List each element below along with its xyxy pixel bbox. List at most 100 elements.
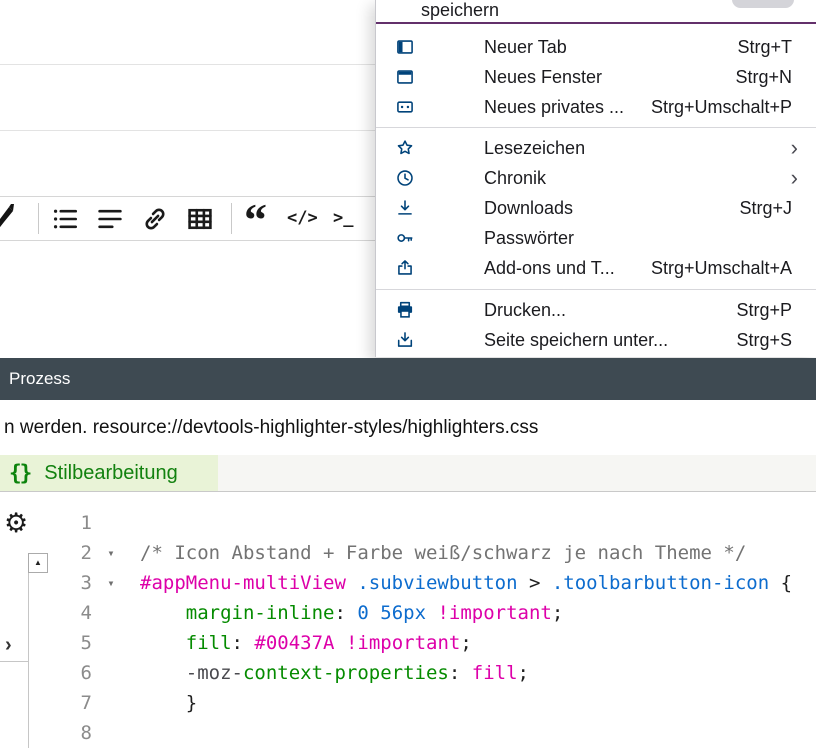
download-icon bbox=[396, 199, 414, 217]
separator bbox=[0, 130, 376, 131]
code-line: 7 } bbox=[50, 688, 816, 718]
table-icon[interactable] bbox=[187, 206, 213, 232]
code-text[interactable]: /* Icon Abstand + Farbe weiß/schwarz je … bbox=[124, 538, 746, 568]
code-token bbox=[140, 602, 186, 624]
new-tab-icon bbox=[396, 38, 414, 56]
code-token: .toolbarbutton-icon bbox=[552, 572, 769, 594]
link-icon[interactable] bbox=[142, 206, 168, 232]
brush-icon[interactable] bbox=[0, 204, 14, 232]
menu-item-new-window[interactable]: Neues Fenster Strg+N bbox=[376, 62, 816, 92]
menu-item-shortcut: Strg+J bbox=[739, 198, 816, 219]
menu-item-shortcut: Strg+P bbox=[736, 300, 816, 321]
key-icon bbox=[396, 229, 414, 247]
code-token: /* Icon Abstand + Farbe weiß/schwarz je … bbox=[140, 542, 746, 564]
fold-marker-icon bbox=[98, 598, 124, 628]
menu-item-shortcut: Strg+S bbox=[736, 330, 816, 351]
line-number: 3 bbox=[50, 568, 98, 598]
editor-toolbar: “ </> >_ bbox=[0, 196, 376, 241]
printer-icon bbox=[396, 301, 414, 319]
code-token: !important bbox=[437, 602, 551, 624]
new-window-icon bbox=[396, 68, 414, 86]
submenu-chevron-icon: › bbox=[791, 167, 816, 189]
style-editor-icon: {} bbox=[9, 461, 30, 485]
menu-item-save-page[interactable]: Seite speichern unter... Strg+S bbox=[376, 325, 816, 355]
gear-icon[interactable]: ⚙ bbox=[4, 510, 28, 537]
code-text[interactable]: margin-inline: 0 56px !important; bbox=[124, 598, 563, 628]
terminal-icon[interactable]: >_ bbox=[333, 208, 353, 228]
menu-item-new-tab[interactable]: Neuer Tab Strg+T bbox=[376, 32, 816, 62]
menu-item-label: Add-ons und T... bbox=[484, 258, 615, 279]
code-token: : bbox=[334, 602, 357, 624]
menu-item-bookmarks[interactable]: Lesezeichen › bbox=[376, 133, 816, 163]
fold-marker-icon[interactable]: ▾ bbox=[98, 538, 124, 568]
code-icon[interactable]: </> bbox=[287, 208, 318, 228]
code-text[interactable] bbox=[124, 718, 140, 748]
code-token: ; bbox=[552, 602, 563, 624]
code-text[interactable]: fill: #00437A !important; bbox=[124, 628, 472, 658]
menu-item-shortcut: Strg+Umschalt+A bbox=[651, 258, 816, 279]
menu-header-label: speichern bbox=[421, 0, 499, 21]
line-number: 8 bbox=[50, 718, 98, 748]
menu-item-downloads[interactable]: Downloads Strg+J bbox=[376, 193, 816, 223]
code-token: { bbox=[769, 572, 792, 594]
menu-item-label: Passwörter bbox=[484, 228, 574, 249]
code-text[interactable]: } bbox=[124, 688, 197, 718]
code-line: 2 ▾ /* Icon Abstand + Farbe weiß/schwarz… bbox=[50, 538, 816, 568]
line-number: 1 bbox=[50, 508, 98, 538]
toolbar-divider bbox=[38, 203, 39, 234]
code-token bbox=[140, 662, 186, 684]
code-line: 6 -moz-context-properties: fill; bbox=[50, 658, 816, 688]
app-menu-popup: speichern Neuer Tab Strg+T Neues Fenster… bbox=[375, 0, 816, 357]
menu-item-label: Seite speichern unter... bbox=[484, 330, 668, 351]
separator bbox=[0, 64, 376, 65]
tab-style-editor[interactable]: {} Stilbearbeitung bbox=[0, 455, 218, 491]
menu-item-passwords[interactable]: Passwörter bbox=[376, 223, 816, 253]
code-line: 5 fill: #00437A !important; bbox=[50, 628, 816, 658]
addons-icon bbox=[396, 259, 414, 277]
code-token: ; bbox=[460, 632, 471, 654]
bookmarks-star-icon bbox=[396, 139, 414, 157]
code-area[interactable]: 1 2 ▾ /* Icon Abstand + Farbe weiß/schwa… bbox=[50, 508, 816, 748]
code-token: > bbox=[518, 572, 552, 594]
code-token: 0 56px bbox=[357, 602, 426, 624]
code-token: fill bbox=[472, 662, 518, 684]
devtools-tab-row: {} Stilbearbeitung bbox=[0, 455, 816, 492]
screen: “ </> >_ speichern Neuer Tab Strg+T Neue… bbox=[0, 0, 816, 748]
code-text[interactable]: #appMenu-multiView .subviewbutton > .too… bbox=[124, 568, 792, 598]
console-message: n werden. resource://devtools-highlighte… bbox=[0, 400, 816, 455]
menu-header-button[interactable] bbox=[732, 0, 794, 8]
line-number: 4 bbox=[50, 598, 98, 628]
separator bbox=[0, 661, 28, 662]
fold-marker-icon bbox=[98, 658, 124, 688]
code-token: !important bbox=[346, 632, 460, 654]
line-number: 5 bbox=[50, 628, 98, 658]
code-text[interactable] bbox=[124, 508, 140, 538]
menu-item-shortcut: Strg+N bbox=[735, 67, 816, 88]
menu-item-print[interactable]: Drucken... Strg+P bbox=[376, 295, 816, 325]
code-token: -moz- bbox=[186, 662, 243, 684]
line-number: 7 bbox=[50, 688, 98, 718]
expand-pane-chevron-icon[interactable]: › bbox=[5, 635, 12, 655]
menu-item-label: Neues privates ... bbox=[484, 97, 624, 118]
code-token: context-properties bbox=[243, 662, 449, 684]
code-line: 4 margin-inline: 0 56px !important; bbox=[50, 598, 816, 628]
save-page-icon bbox=[396, 331, 414, 349]
code-token: #00437A bbox=[254, 632, 334, 654]
console-message-text: n werden. resource://devtools-highlighte… bbox=[4, 417, 538, 438]
fold-marker-icon bbox=[98, 688, 124, 718]
code-text[interactable]: -moz-context-properties: fill; bbox=[124, 658, 529, 688]
code-token bbox=[335, 632, 346, 654]
code-token: fill bbox=[186, 632, 232, 654]
fold-marker-icon[interactable]: ▾ bbox=[98, 568, 124, 598]
fold-marker-icon bbox=[98, 628, 124, 658]
menu-item-addons[interactable]: Add-ons und T... Strg+Umschalt+A bbox=[376, 253, 816, 283]
menu-item-history[interactable]: Chronik › bbox=[376, 163, 816, 193]
blockquote-icon[interactable]: “ bbox=[244, 195, 267, 245]
menu-item-shortcut: Strg+T bbox=[737, 37, 816, 58]
align-left-icon[interactable] bbox=[97, 206, 123, 232]
process-title: Prozess bbox=[9, 369, 70, 388]
menu-item-new-private-window[interactable]: Neues privates ... Strg+Umschalt+P bbox=[376, 92, 816, 122]
private-window-icon bbox=[396, 98, 414, 116]
scroll-up-button[interactable]: ▲ bbox=[28, 553, 48, 573]
bullet-list-icon[interactable] bbox=[52, 206, 78, 232]
